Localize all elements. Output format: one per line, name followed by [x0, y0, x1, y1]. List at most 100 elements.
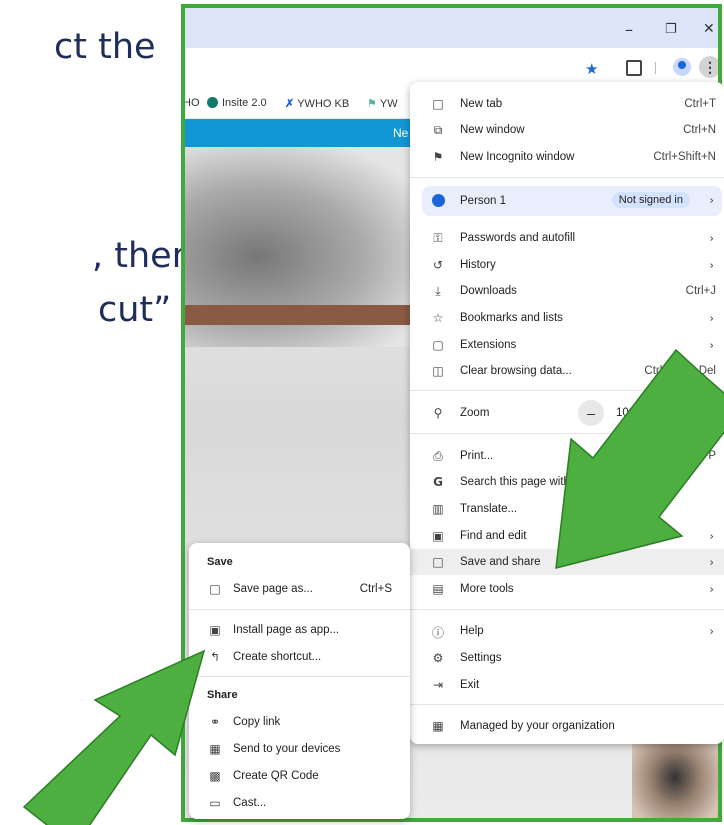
- menu-label: New tab: [460, 98, 503, 110]
- submenu-item-copy-link[interactable]: ⚭ Copy link: [189, 709, 410, 735]
- menu-label: New window: [460, 124, 525, 136]
- incognito-icon: ⚑: [432, 150, 444, 164]
- background-stripe: [185, 305, 425, 325]
- cast-icon: ▭: [209, 796, 221, 810]
- menu-label: Exit: [460, 679, 480, 691]
- menu-label: Zoom: [460, 407, 490, 419]
- menu-divider: [410, 704, 724, 705]
- menu-item-history[interactable]: ↺ History ›: [410, 252, 724, 278]
- menu-shortcut: Ctrl+T: [684, 98, 716, 110]
- menu-shortcut: Ctrl+J: [685, 285, 716, 297]
- minimize-button[interactable]: –: [625, 20, 633, 39]
- save-share-icon: □: [432, 555, 444, 569]
- menu-item-new-incognito[interactable]: ⚑ New Incognito window Ctrl+Shift+N: [410, 144, 724, 170]
- menu-divider: [189, 609, 410, 610]
- menu-item-extensions[interactable]: ▢ Extensions ›: [410, 332, 724, 358]
- menu-divider: [410, 390, 724, 391]
- save-page-icon: □: [209, 582, 221, 596]
- menu-item-new-tab[interactable]: □ New tab Ctrl+T: [410, 91, 724, 117]
- menu-item-bookmarks[interactable]: ☆ Bookmarks and lists ›: [410, 305, 724, 331]
- person-avatar-icon: [432, 194, 445, 207]
- background-photo-eye: [632, 737, 718, 818]
- menu-item-new-window[interactable]: ⧉ New window Ctrl+N: [410, 117, 724, 143]
- printer-icon: ⎙: [433, 449, 443, 463]
- bookmark-label: YW: [379, 98, 398, 110]
- slide-text-line-1: ct the: [54, 27, 156, 67]
- menu-item-translate[interactable]: ▥ Translate...: [410, 496, 724, 522]
- menu-item-clear-data[interactable]: ◫ Clear browsing data... Ctrl+Shift+Del: [410, 358, 724, 384]
- bookmark-item[interactable]: ⚑ YW: [367, 97, 398, 110]
- menu-divider: [410, 609, 724, 610]
- zoom-level: 100%: [616, 407, 646, 419]
- menu-label: Clear browsing data...: [460, 365, 572, 377]
- menu-item-search-page[interactable]: G Search this page with Go: [410, 469, 724, 495]
- puzzle-icon: ▢: [432, 338, 444, 352]
- menu-item-more-tools[interactable]: ▤ More tools ›: [410, 576, 724, 602]
- save-share-submenu: Save □ Save page as... Ctrl+S ▣ Install …: [189, 543, 410, 819]
- chevron-right-icon: ›: [709, 338, 714, 352]
- translate-icon: ▥: [432, 502, 444, 516]
- find-icon: ▣: [432, 529, 444, 543]
- chevron-right-icon: ›: [709, 258, 714, 272]
- menu-label: Create QR Code: [233, 770, 319, 782]
- menu-shortcut: Ctrl+P: [683, 450, 716, 462]
- menu-divider: [189, 676, 410, 677]
- zoom-icon: ⚲: [433, 406, 443, 420]
- menu-shortcut: Ctrl+S: [359, 583, 392, 595]
- key-icon: ⚿: [433, 231, 443, 245]
- menu-item-find-edit[interactable]: ▣ Find and edit ›: [410, 523, 724, 549]
- submenu-item-create-shortcut[interactable]: ↰ Create shortcut...: [189, 644, 410, 670]
- menu-item-exit[interactable]: ⇥ Exit: [410, 672, 724, 698]
- menu-shortcut: Ctrl+N: [683, 124, 716, 136]
- kebab-menu-icon[interactable]: ⋮: [699, 56, 718, 78]
- slide-text-line-3: cut”: [98, 290, 172, 330]
- help-icon: ⓘ: [431, 626, 444, 640]
- extensions-puzzle-icon[interactable]: [626, 60, 642, 76]
- menu-item-help[interactable]: ⓘ Help ›: [410, 618, 724, 644]
- submenu-item-send-devices[interactable]: ▦ Send to your devices: [189, 736, 410, 762]
- zoom-out-button[interactable]: –: [578, 400, 604, 426]
- profile-avatar-icon[interactable]: [673, 58, 691, 76]
- menu-item-person[interactable]: Person 1 Not signed in ›: [422, 186, 722, 216]
- menu-item-print[interactable]: ⎙ Print... Ctrl+P: [410, 443, 724, 469]
- download-icon: ⤓: [435, 284, 441, 298]
- submenu-item-install-app[interactable]: ▣ Install page as app...: [189, 617, 410, 643]
- menu-label: Copy link: [233, 716, 281, 728]
- menu-item-passwords[interactable]: ⚿ Passwords and autofill ›: [410, 225, 724, 251]
- menu-item-managed[interactable]: ▦ Managed by your organization: [410, 713, 724, 739]
- bookmark-item[interactable]: ✗ YWHO KB: [285, 97, 349, 110]
- title-bar: – ❐ ✕: [185, 8, 718, 48]
- arrow-to-create-shortcut: [22, 649, 206, 825]
- submenu-item-save-page[interactable]: □ Save page as... Ctrl+S: [189, 576, 410, 602]
- submenu-item-cast[interactable]: ▭ Cast...: [189, 790, 410, 816]
- new-tab-icon: □: [432, 97, 444, 111]
- building-icon: ▦: [432, 719, 444, 733]
- toolbox-icon: ▤: [432, 582, 444, 596]
- menu-item-downloads[interactable]: ⤓ Downloads Ctrl+J: [410, 278, 724, 304]
- menu-label: Help: [460, 625, 484, 637]
- slide-text-line-2: , then: [92, 236, 194, 276]
- google-g-icon: G: [433, 475, 443, 489]
- chevron-right-icon: ›: [709, 529, 714, 543]
- trash-icon: ◫: [432, 364, 444, 378]
- menu-label: Bookmarks and lists: [460, 312, 563, 324]
- menu-item-settings[interactable]: ⚙ Settings: [410, 645, 724, 671]
- menu-label: Passwords and autofill: [460, 232, 576, 244]
- history-icon: ↺: [432, 258, 444, 272]
- install-app-icon: ▣: [209, 623, 221, 637]
- bookmark-label: Insite 2.0: [222, 97, 267, 109]
- submenu-item-qr-code[interactable]: ▩ Create QR Code: [189, 763, 410, 789]
- restore-button[interactable]: ❐: [665, 22, 677, 37]
- bookmark-star-icon[interactable]: ★: [585, 60, 598, 78]
- close-button[interactable]: ✕: [703, 21, 715, 37]
- menu-item-save-share[interactable]: □ Save and share ›: [410, 549, 724, 575]
- menu-label: Downloads: [460, 285, 517, 297]
- menu-label: Print...: [460, 450, 494, 462]
- submenu-heading-share: Share: [207, 689, 238, 701]
- devices-icon: ▦: [209, 742, 221, 756]
- bookmark-item[interactable]: Insite 2.0: [207, 97, 267, 109]
- bookmark-item[interactable]: HO: [185, 97, 200, 109]
- menu-label: Install page as app...: [233, 624, 340, 636]
- menu-divider: [410, 177, 724, 178]
- chevron-right-icon: ›: [709, 582, 714, 596]
